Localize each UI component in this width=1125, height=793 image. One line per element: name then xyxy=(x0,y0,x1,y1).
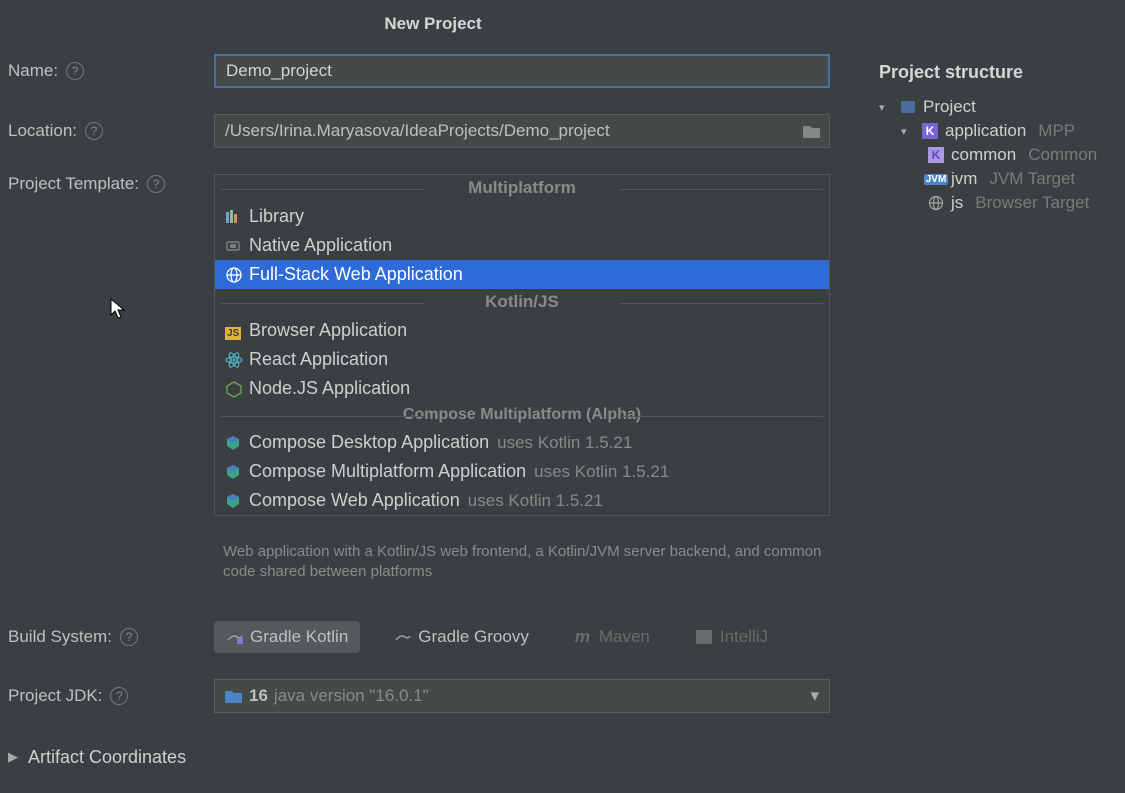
tree-node-common[interactable]: K common Common xyxy=(927,145,1125,165)
build-intellij: IntelliJ xyxy=(684,621,780,653)
help-icon[interactable]: ? xyxy=(66,62,84,80)
name-label: Name: ? xyxy=(8,61,214,81)
jdk-select[interactable]: 16 java version "16.0.1" ▾ xyxy=(214,679,830,713)
template-description: Web application with a Kotlin/JS web fro… xyxy=(223,542,830,583)
template-item-library[interactable]: Library xyxy=(215,202,829,231)
tree-node-jvm[interactable]: JVM jvm JVM Target xyxy=(927,169,1125,189)
chevron-down-icon: ▾ xyxy=(810,686,819,706)
template-item-browser[interactable]: JS Browser Application xyxy=(215,316,829,345)
jdk-label: Project JDK: ? xyxy=(8,686,214,706)
compose-icon xyxy=(225,493,249,509)
folder-icon xyxy=(225,689,243,703)
template-group-header: Compose Multiplatform (Alpha) xyxy=(215,403,829,428)
help-icon[interactable]: ? xyxy=(147,175,165,193)
chevron-down-icon: ▾ xyxy=(879,101,893,114)
build-gradle-kotlin[interactable]: Gradle Kotlin xyxy=(214,621,360,653)
node-icon xyxy=(225,380,249,398)
chevron-right-icon: ▶ xyxy=(8,749,18,765)
template-item-react[interactable]: React Application xyxy=(215,345,829,374)
help-icon[interactable]: ? xyxy=(120,628,138,646)
gradle-kotlin-icon xyxy=(226,630,244,644)
kotlin-light-icon: K xyxy=(927,146,945,164)
globe-icon xyxy=(927,194,945,212)
globe-icon xyxy=(225,266,249,284)
template-label: Project Template: ? xyxy=(8,174,214,194)
tree-node-application[interactable]: ▾ K application MPP xyxy=(901,121,1125,141)
help-icon[interactable]: ? xyxy=(110,687,128,705)
jvm-icon: JVM xyxy=(927,170,945,188)
compose-icon xyxy=(225,435,249,451)
location-label: Location: ? xyxy=(8,121,214,141)
dialog-title: New Project xyxy=(8,14,858,34)
tree-node-project[interactable]: ▾ Project xyxy=(879,97,1125,117)
tree-node-js[interactable]: js Browser Target xyxy=(927,193,1125,213)
project-structure-title: Project structure xyxy=(879,62,1125,83)
template-group-header: Multiplatform xyxy=(215,175,829,202)
folder-icon[interactable] xyxy=(803,124,821,138)
js-icon: JS xyxy=(225,320,249,341)
template-item-compose-web[interactable]: Compose Web Application uses Kotlin 1.5.… xyxy=(215,486,829,515)
project-structure-panel: Project structure ▾ Project ▾ K applicat… xyxy=(858,0,1125,793)
kotlin-icon: K xyxy=(921,122,939,140)
template-item-node[interactable]: Node.JS Application xyxy=(215,374,829,403)
help-icon[interactable]: ? xyxy=(85,122,103,140)
template-group-header: Kotlin/JS xyxy=(215,289,829,316)
template-item-compose-desktop[interactable]: Compose Desktop Application uses Kotlin … xyxy=(215,428,829,457)
name-input[interactable] xyxy=(214,54,830,88)
build-maven: m Maven xyxy=(563,621,662,653)
location-field[interactable]: /Users/Irina.Maryasova/IdeaProjects/Demo… xyxy=(214,114,830,148)
build-gradle-groovy[interactable]: Gradle Groovy xyxy=(382,621,541,653)
build-system-label: Build System: ? xyxy=(8,627,214,647)
template-item-fullstack[interactable]: Full-Stack Web Application xyxy=(215,260,829,289)
template-item-native[interactable]: Native Application xyxy=(215,231,829,260)
chevron-down-icon: ▾ xyxy=(901,125,915,138)
template-list[interactable]: Multiplatform Library Native Application xyxy=(214,174,830,516)
artifact-coordinates-expander[interactable]: ▶ Artifact Coordinates xyxy=(8,747,858,768)
react-icon xyxy=(225,351,249,369)
maven-icon: m xyxy=(575,627,593,647)
template-item-compose-mpp[interactable]: Compose Multiplatform Application uses K… xyxy=(215,457,829,486)
compose-icon xyxy=(225,464,249,480)
location-value: /Users/Irina.Maryasova/IdeaProjects/Demo… xyxy=(225,115,803,147)
intellij-icon xyxy=(696,630,714,644)
native-icon xyxy=(225,238,249,254)
project-icon xyxy=(899,98,917,116)
library-icon xyxy=(225,209,249,225)
gradle-groovy-icon xyxy=(394,630,412,644)
